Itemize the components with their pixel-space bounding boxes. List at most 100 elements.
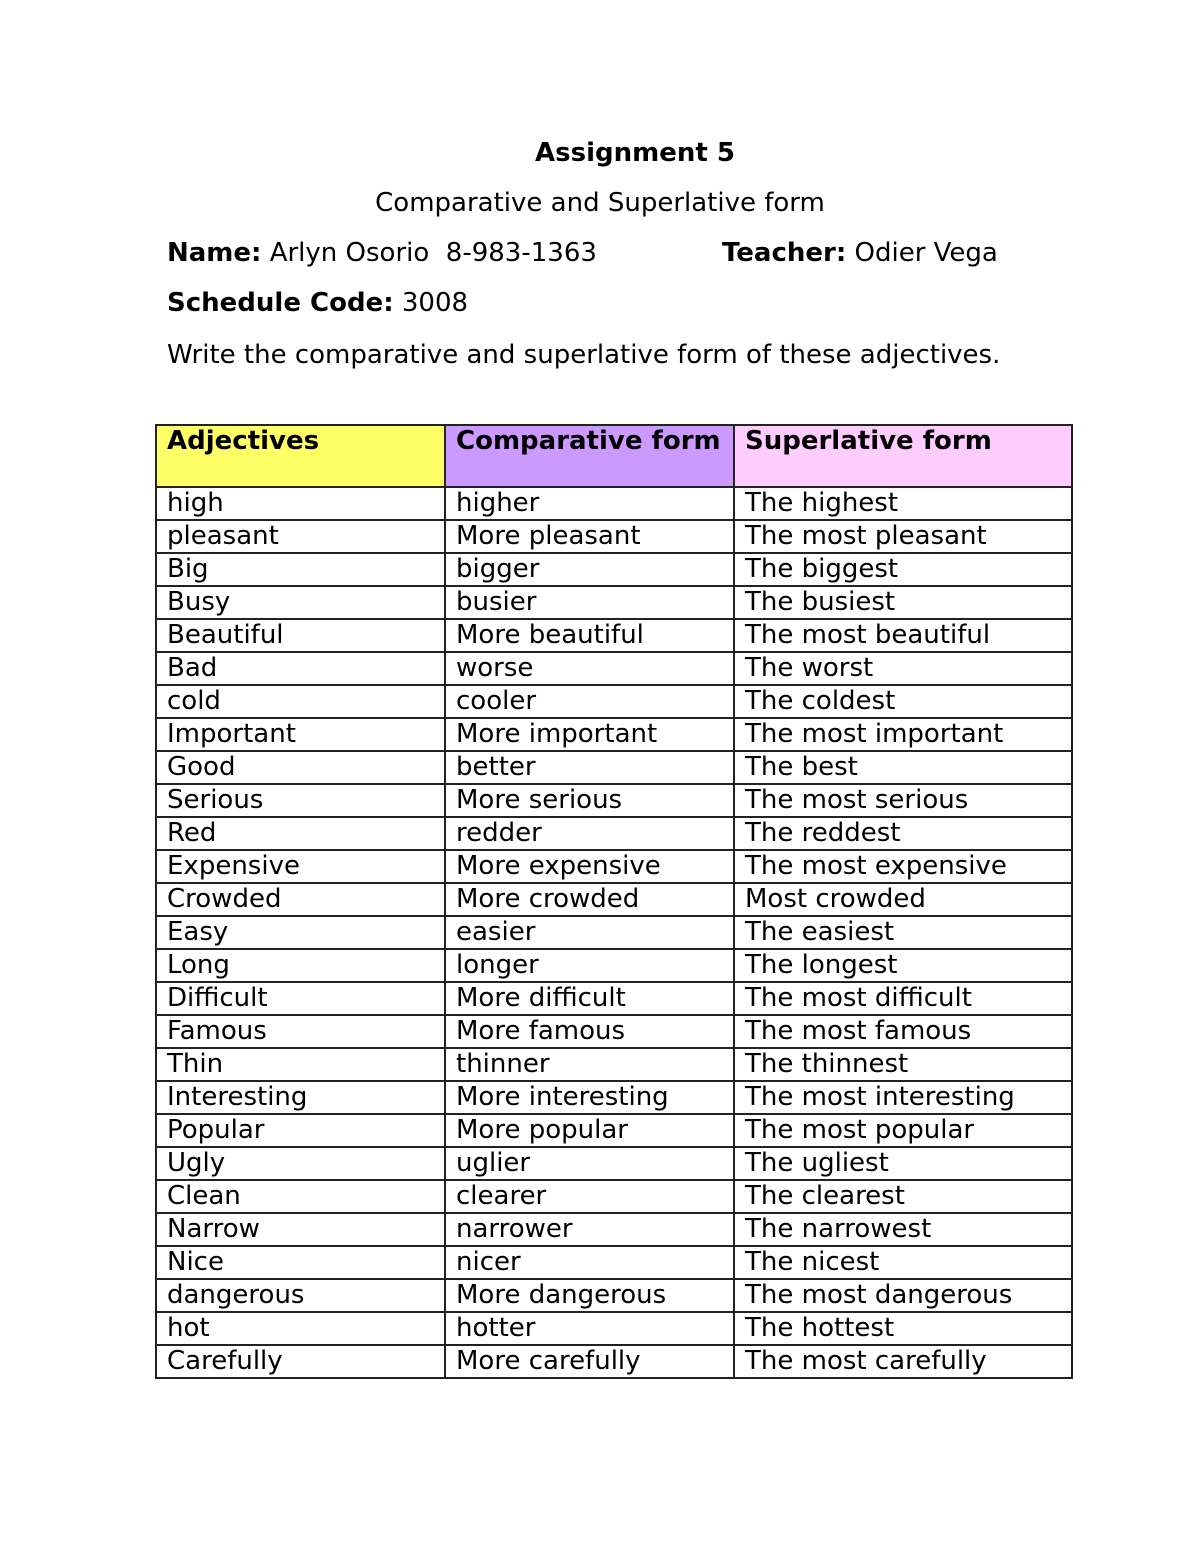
comparative-cell: More pleasant bbox=[444, 519, 735, 554]
table-row: pleasant More pleasant The most pleasant bbox=[155, 519, 1073, 554]
comparative-cell: hotter bbox=[444, 1311, 735, 1346]
table-row: Easy easier The easiest bbox=[155, 915, 1073, 950]
comparative-cell: More crowded bbox=[444, 882, 735, 917]
adjective-cell: Big bbox=[155, 552, 446, 587]
superlative-cell: The most famous bbox=[733, 1014, 1073, 1049]
table-row: hot hotter The hottest bbox=[155, 1311, 1073, 1346]
adjective-cell: Interesting bbox=[155, 1080, 446, 1115]
comparative-cell: busier bbox=[444, 585, 735, 620]
adjective-cell: Thin bbox=[155, 1047, 446, 1082]
adjective-cell: Clean bbox=[155, 1179, 446, 1214]
teacher-value: Odier Vega bbox=[854, 238, 998, 268]
superlative-cell: Most crowded bbox=[733, 882, 1073, 917]
table-row: Clean clearer The clearest bbox=[155, 1179, 1073, 1214]
comparative-cell: easier bbox=[444, 915, 735, 950]
table-header-row: Adjectives Comparative form Superlative … bbox=[155, 424, 1073, 488]
comparative-cell: worse bbox=[444, 651, 735, 686]
superlative-cell: The coldest bbox=[733, 684, 1073, 719]
adjective-cell: Good bbox=[155, 750, 446, 785]
adjective-cell: Serious bbox=[155, 783, 446, 818]
table-row: Interesting More interesting The most inte… bbox=[155, 1080, 1073, 1115]
adjective-cell: Famous bbox=[155, 1014, 446, 1049]
comparative-cell: narrower bbox=[444, 1212, 735, 1247]
superlative-cell: The longest bbox=[733, 948, 1073, 983]
table-body: high higher The highest pleasant More pleasa… bbox=[155, 486, 1073, 1379]
header-comparative: Comparative form bbox=[444, 424, 735, 488]
table-row: Expensive More expensive The most expensiv… bbox=[155, 849, 1073, 884]
comparative-cell: More expensive bbox=[444, 849, 735, 884]
schedule-label: Schedule Code: bbox=[167, 288, 394, 318]
superlative-cell: The biggest bbox=[733, 552, 1073, 587]
table-row: Popular More popular The most popular bbox=[155, 1113, 1073, 1148]
adjective-cell: hot bbox=[155, 1311, 446, 1346]
table-row: Big bigger The biggest bbox=[155, 552, 1073, 587]
adjective-cell: Ugly bbox=[155, 1146, 446, 1181]
comparative-cell: More interesting bbox=[444, 1080, 735, 1115]
comparative-cell: More beautiful bbox=[444, 618, 735, 653]
table-row: Difficult More difficult The most difficul… bbox=[155, 981, 1073, 1016]
comparative-cell: More important bbox=[444, 717, 735, 752]
adjective-cell: Crowded bbox=[155, 882, 446, 917]
superlative-cell: The clearest bbox=[733, 1179, 1073, 1214]
table-row: cold cooler The coldest bbox=[155, 684, 1073, 719]
adjective-cell: Easy bbox=[155, 915, 446, 950]
adjective-cell: Important bbox=[155, 717, 446, 752]
schedule-code-line: Schedule Code: 3008 bbox=[167, 288, 468, 318]
teacher-label: Teacher: bbox=[722, 238, 847, 268]
table-row: Carefully More carefully The most carefull… bbox=[155, 1344, 1073, 1379]
document-subtitle: Comparative and Superlative form bbox=[375, 188, 825, 218]
superlative-cell: The most expensive bbox=[733, 849, 1073, 884]
adjective-cell: Narrow bbox=[155, 1212, 446, 1247]
adjective-cell: high bbox=[155, 486, 446, 521]
superlative-cell: The hottest bbox=[733, 1311, 1073, 1346]
adjective-cell: cold bbox=[155, 684, 446, 719]
adjective-cell: Difficult bbox=[155, 981, 446, 1016]
superlative-cell: The most pleasant bbox=[733, 519, 1073, 554]
adjectives-table: Adjectives Comparative form Superlative … bbox=[155, 424, 1073, 1379]
superlative-cell: The most dangerous bbox=[733, 1278, 1073, 1313]
comparative-cell: More popular bbox=[444, 1113, 735, 1148]
superlative-cell: The easiest bbox=[733, 915, 1073, 950]
schedule-value: 3008 bbox=[401, 288, 469, 318]
comparative-cell: longer bbox=[444, 948, 735, 983]
superlative-cell: The most important bbox=[733, 717, 1073, 752]
comparative-cell: thinner bbox=[444, 1047, 735, 1082]
instructions: Write the comparative and superlative fo… bbox=[167, 340, 1001, 370]
comparative-cell: More dangerous bbox=[444, 1278, 735, 1313]
adjective-cell: Long bbox=[155, 948, 446, 983]
table-row: Crowded More crowded Most crowded bbox=[155, 882, 1073, 917]
comparative-cell: clearer bbox=[444, 1179, 735, 1214]
adjective-cell: Popular bbox=[155, 1113, 446, 1148]
comparative-cell: More serious bbox=[444, 783, 735, 818]
header-superlative: Superlative form bbox=[733, 424, 1073, 488]
table-row: Busy busier The busiest bbox=[155, 585, 1073, 620]
adjective-cell: Busy bbox=[155, 585, 446, 620]
table-row: Long longer The longest bbox=[155, 948, 1073, 983]
adjective-cell: Expensive bbox=[155, 849, 446, 884]
comparative-cell: bigger bbox=[444, 552, 735, 587]
comparative-cell: redder bbox=[444, 816, 735, 851]
adjective-cell: Nice bbox=[155, 1245, 446, 1280]
table-row: Famous More famous The most famous bbox=[155, 1014, 1073, 1049]
superlative-cell: The worst bbox=[733, 651, 1073, 686]
superlative-cell: The narrowest bbox=[733, 1212, 1073, 1247]
document-title: Assignment 5 bbox=[535, 138, 735, 168]
comparative-cell: More famous bbox=[444, 1014, 735, 1049]
superlative-cell: The most beautiful bbox=[733, 618, 1073, 653]
adjective-cell: Red bbox=[155, 816, 446, 851]
comparative-cell: nicer bbox=[444, 1245, 735, 1280]
table-row: Narrow narrower The narrowest bbox=[155, 1212, 1073, 1247]
comparative-cell: higher bbox=[444, 486, 735, 521]
table-row: Good better The best bbox=[155, 750, 1073, 785]
superlative-cell: The highest bbox=[733, 486, 1073, 521]
adjective-cell: pleasant bbox=[155, 519, 446, 554]
superlative-cell: The best bbox=[733, 750, 1073, 785]
adjective-cell: Beautiful bbox=[155, 618, 446, 653]
superlative-cell: The most serious bbox=[733, 783, 1073, 818]
table-row: dangerous More dangerous The most dangerou… bbox=[155, 1278, 1073, 1313]
comparative-cell: uglier bbox=[444, 1146, 735, 1181]
comparative-cell: better bbox=[444, 750, 735, 785]
table-row: Serious More serious The most serious bbox=[155, 783, 1073, 818]
name-label: Name: bbox=[167, 238, 262, 268]
table-row: Nice nicer The nicest bbox=[155, 1245, 1073, 1280]
